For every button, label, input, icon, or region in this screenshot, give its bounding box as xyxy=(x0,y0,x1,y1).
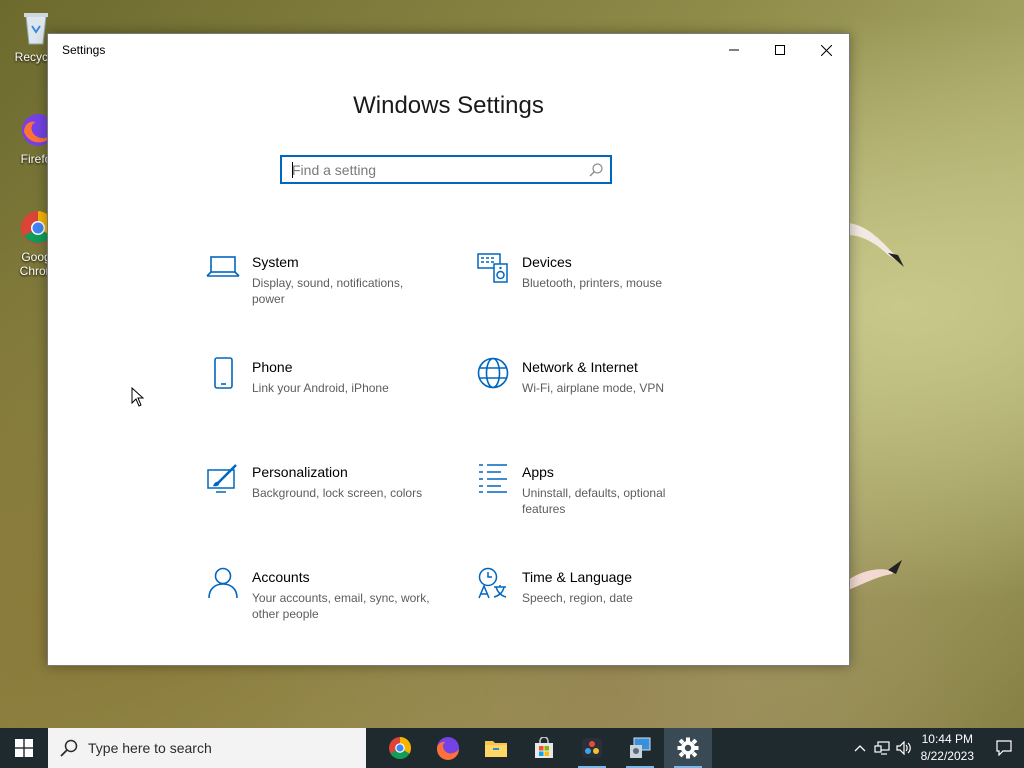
volume-icon xyxy=(896,741,911,755)
network-icon xyxy=(874,741,890,755)
tile-name: Phone xyxy=(252,359,293,375)
show-hidden-icons-button[interactable] xyxy=(849,728,871,768)
tile-network-internet[interactable]: Network & Internet Wi-Fi, airplane mode,… xyxy=(468,357,708,417)
windows-logo-icon xyxy=(15,739,33,757)
search-box[interactable] xyxy=(280,155,612,184)
tile-devices[interactable]: Devices Bluetooth, printers, mouse xyxy=(468,252,708,312)
tile-description: Background, lock screen, colors xyxy=(252,486,423,500)
taskbar-settings[interactable] xyxy=(664,728,712,768)
tile-apps[interactable]: Apps Uninstall, defaults, optional featu… xyxy=(468,462,708,522)
taskbar-chrome[interactable] xyxy=(376,728,424,768)
title-bar[interactable]: Settings xyxy=(48,34,849,66)
network-tray-button[interactable] xyxy=(871,728,893,768)
search-icon[interactable] xyxy=(582,162,610,177)
taskbar-store[interactable] xyxy=(520,728,568,768)
tile-name: Time & Language xyxy=(522,569,632,585)
minimize-button[interactable] xyxy=(711,34,757,66)
file-explorer-icon xyxy=(485,741,507,757)
keyboard-speaker-icon xyxy=(468,252,518,312)
window-title: Settings xyxy=(62,43,106,57)
minimize-icon xyxy=(729,49,739,51)
apps-list-icon xyxy=(468,462,518,522)
tile-accounts[interactable]: Accounts Your accounts, email, sync, wor… xyxy=(198,567,438,627)
clock-language-icon xyxy=(468,567,518,627)
tile-description: Display, sound, notifications, power xyxy=(252,276,404,306)
tile-description: Wi-Fi, airplane mode, VPN xyxy=(522,381,665,395)
maximize-button[interactable] xyxy=(757,34,803,66)
taskbar-search-box[interactable]: Type here to search xyxy=(48,728,366,768)
page-title: Windows Settings xyxy=(353,92,544,119)
settings-gear-icon xyxy=(677,737,699,759)
tile-name: Accounts xyxy=(252,569,310,585)
tile-description: Bluetooth, printers, mouse xyxy=(522,276,663,290)
search-input[interactable] xyxy=(282,157,582,182)
tile-name: Apps xyxy=(522,464,554,480)
tile-system[interactable]: System Display, sound, notifications, po… xyxy=(198,252,438,312)
chevron-up-icon xyxy=(854,745,866,752)
mouse-cursor-icon xyxy=(131,386,145,412)
close-button[interactable] xyxy=(803,34,849,66)
globe-icon xyxy=(468,357,518,417)
taskbar-file-explorer[interactable] xyxy=(472,728,520,768)
clock-time: 10:44 PM xyxy=(921,732,973,746)
wallpaper-bird xyxy=(848,215,908,280)
firefox-icon xyxy=(437,737,459,760)
start-button[interactable] xyxy=(0,728,48,768)
maximize-icon xyxy=(775,45,785,55)
taskbar-davinci-resolve[interactable] xyxy=(568,728,616,768)
taskbar-firefox[interactable] xyxy=(424,728,472,768)
search-icon xyxy=(60,739,78,757)
clock-date: 8/22/2023 xyxy=(920,749,974,763)
system-tray: 10:44 PM 8/22/2023 xyxy=(849,728,1024,768)
taskbar-search-text: Type here to search xyxy=(88,740,212,756)
tile-name: System xyxy=(252,254,299,270)
text-cursor xyxy=(292,162,293,178)
control-panel-icon xyxy=(630,737,651,758)
phone-icon xyxy=(198,357,248,417)
action-center-button[interactable] xyxy=(984,728,1024,768)
davinci-icon xyxy=(582,738,602,758)
taskbar-control-panel[interactable] xyxy=(616,728,664,768)
person-icon xyxy=(198,567,248,627)
settings-window: Settings Windows Settings System Display… xyxy=(47,33,850,666)
tile-description: Link your Android, iPhone xyxy=(252,381,389,395)
tile-name: Devices xyxy=(522,254,572,270)
notification-icon xyxy=(996,740,1012,756)
close-icon xyxy=(820,44,832,56)
tile-name: Personalization xyxy=(252,464,348,480)
volume-tray-button[interactable] xyxy=(893,728,915,768)
wallpaper-bird xyxy=(848,550,908,605)
tile-phone[interactable]: Phone Link your Android, iPhone xyxy=(198,357,438,417)
tile-description: Uninstall, defaults, optional features xyxy=(522,486,666,516)
taskbar: Type here to search 10:44 PM 8/22/2023 xyxy=(0,728,1024,768)
store-icon xyxy=(535,737,553,758)
tile-personalization[interactable]: Personalization Background, lock screen,… xyxy=(198,462,438,522)
paint-brush-icon xyxy=(198,462,248,522)
tile-time-language[interactable]: Time & Language Speech, region, date xyxy=(468,567,708,627)
taskbar-clock[interactable]: 10:44 PM 8/22/2023 xyxy=(921,731,974,765)
tile-description: Speech, region, date xyxy=(522,591,633,605)
chrome-icon xyxy=(389,737,411,759)
tile-name: Network & Internet xyxy=(522,359,638,375)
tile-description: Your accounts, email, sync, work, other … xyxy=(252,591,430,621)
laptop-icon xyxy=(198,252,248,312)
